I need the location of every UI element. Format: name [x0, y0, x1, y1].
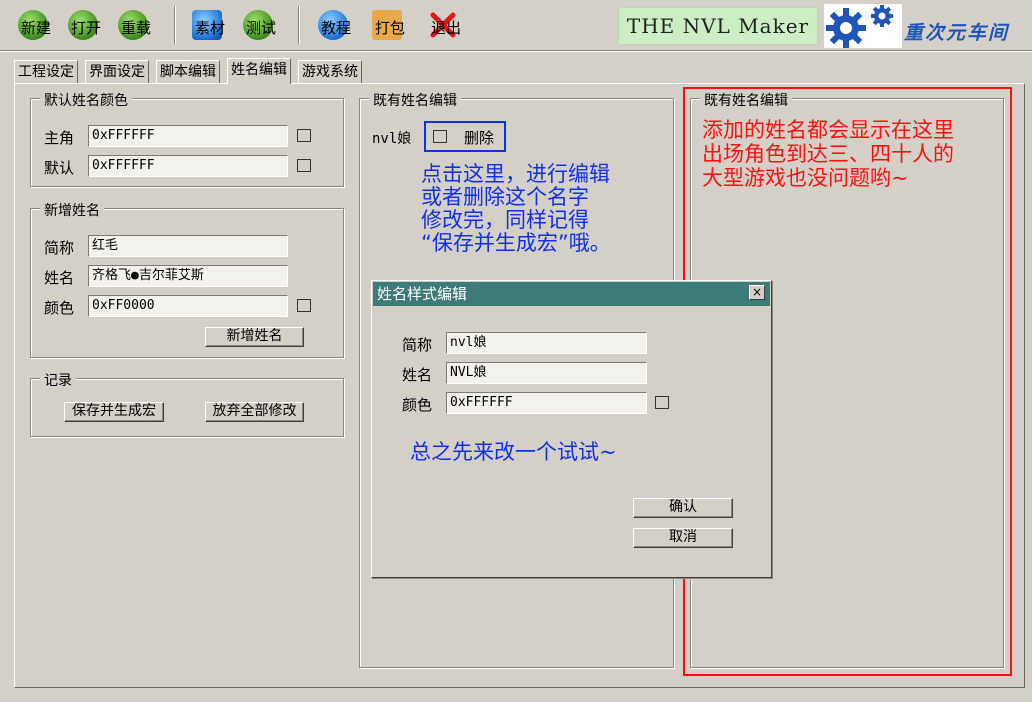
list-hint-line-2: 出场角色到达三、四十人的 — [702, 142, 954, 166]
tutorial-button[interactable]: 教程 — [314, 8, 354, 44]
test-button[interactable]: 测试 — [239, 8, 279, 44]
gear-logo-icon — [824, 4, 902, 48]
edit-hint-line-2: 或者删除这个名字 — [421, 185, 589, 209]
group-title: 记录 — [40, 370, 76, 390]
toolbar: 新建 打开 重载 素材 测试 教程 打包 退出 THE NVL Maker 重次… — [0, 0, 1032, 50]
open-button[interactable]: 打开 — [64, 8, 104, 44]
existing-name-color-swatch[interactable] — [433, 130, 447, 143]
dialog-color-swatch[interactable] — [655, 396, 669, 409]
dialog-full-name-field[interactable]: NVL娘 — [446, 362, 647, 384]
default-color-field[interactable]: 0xFFFFFF — [88, 155, 288, 177]
existing-name-entry[interactable]: nvl娘 — [372, 128, 411, 148]
toolbar-separator — [174, 6, 176, 44]
group-title: 新增姓名 — [40, 200, 104, 220]
protagonist-color-swatch[interactable] — [297, 129, 311, 142]
dialog-hint: 总之先来改一个试试~ — [410, 440, 617, 464]
assets-button[interactable]: 素材 — [188, 8, 228, 44]
dialog-color-field[interactable]: 0xFFFFFF — [446, 392, 647, 414]
dialog-short-name-field[interactable]: nvl娘 — [446, 332, 647, 354]
save-and-generate-macro-button[interactable]: 保存并生成宏 — [64, 402, 164, 422]
full-name-label: 姓名 — [44, 269, 75, 287]
new-button[interactable]: 新建 — [14, 8, 54, 44]
tab-name-edit[interactable]: 姓名编辑 — [227, 58, 291, 84]
dialog-full-name-label: 姓名 — [402, 366, 433, 384]
edit-hint-line-3: 修改完，同样记得 — [421, 208, 589, 232]
tab-project-settings[interactable]: 工程设定 — [14, 60, 78, 83]
default-label: 默认 — [44, 159, 75, 177]
ok-button[interactable]: 确认 — [633, 498, 733, 518]
tab-game-system[interactable]: 游戏系统 — [298, 60, 362, 83]
discard-changes-button[interactable]: 放弃全部修改 — [205, 402, 304, 422]
color-label: 颜色 — [44, 299, 75, 317]
app-banner: THE NVL Maker — [618, 7, 818, 45]
toolbar-separator — [298, 6, 300, 44]
exit-button[interactable]: 退出 — [424, 8, 464, 44]
dialog-title[interactable]: 姓名样式编辑 — [373, 282, 770, 306]
toolbar-divider — [0, 50, 1032, 52]
close-icon[interactable]: × — [749, 285, 765, 300]
short-name-label: 简称 — [44, 239, 75, 257]
short-name-field[interactable]: 红毛 — [88, 235, 288, 257]
cancel-button[interactable]: 取消 — [633, 528, 733, 548]
reload-button[interactable]: 重载 — [114, 8, 154, 44]
full-name-field[interactable]: 齐格飞●吉尔菲艾斯 — [88, 265, 288, 287]
group-title: 默认姓名颜色 — [40, 90, 132, 110]
default-color-swatch[interactable] — [297, 159, 311, 172]
edit-hint-line-4: “保存并生成宏”哦。 — [421, 231, 611, 255]
tab-ui-settings[interactable]: 界面设定 — [85, 60, 149, 83]
dialog-short-name-label: 简称 — [402, 336, 433, 354]
protagonist-label: 主角 — [44, 129, 75, 147]
tab-script-edit[interactable]: 脚本编辑 — [156, 60, 220, 83]
add-name-button[interactable]: 新增姓名 — [205, 327, 304, 347]
dialog-color-label: 颜色 — [402, 396, 433, 414]
list-hint-line-3: 大型游戏也没问题哟~ — [702, 166, 909, 190]
new-name-color-swatch[interactable] — [297, 299, 311, 312]
edit-hint-line-1: 点击这里，进行编辑 — [421, 162, 610, 186]
name-style-dialog: 姓名样式编辑 × 简称 nvl娘 姓名 NVL娘 颜色 0xFFFFFF 总之先… — [371, 280, 772, 578]
list-hint-line-1: 添加的姓名都会显示在这里 — [702, 118, 954, 142]
brand-text: 重次元车间 — [904, 22, 1010, 44]
group-title: 既有姓名编辑 — [369, 90, 461, 110]
new-name-color-field[interactable]: 0xFF0000 — [88, 295, 288, 317]
package-button[interactable]: 打包 — [368, 8, 408, 44]
protagonist-color-field[interactable]: 0xFFFFFF — [88, 125, 288, 147]
delete-button[interactable]: 删除 — [464, 127, 494, 148]
